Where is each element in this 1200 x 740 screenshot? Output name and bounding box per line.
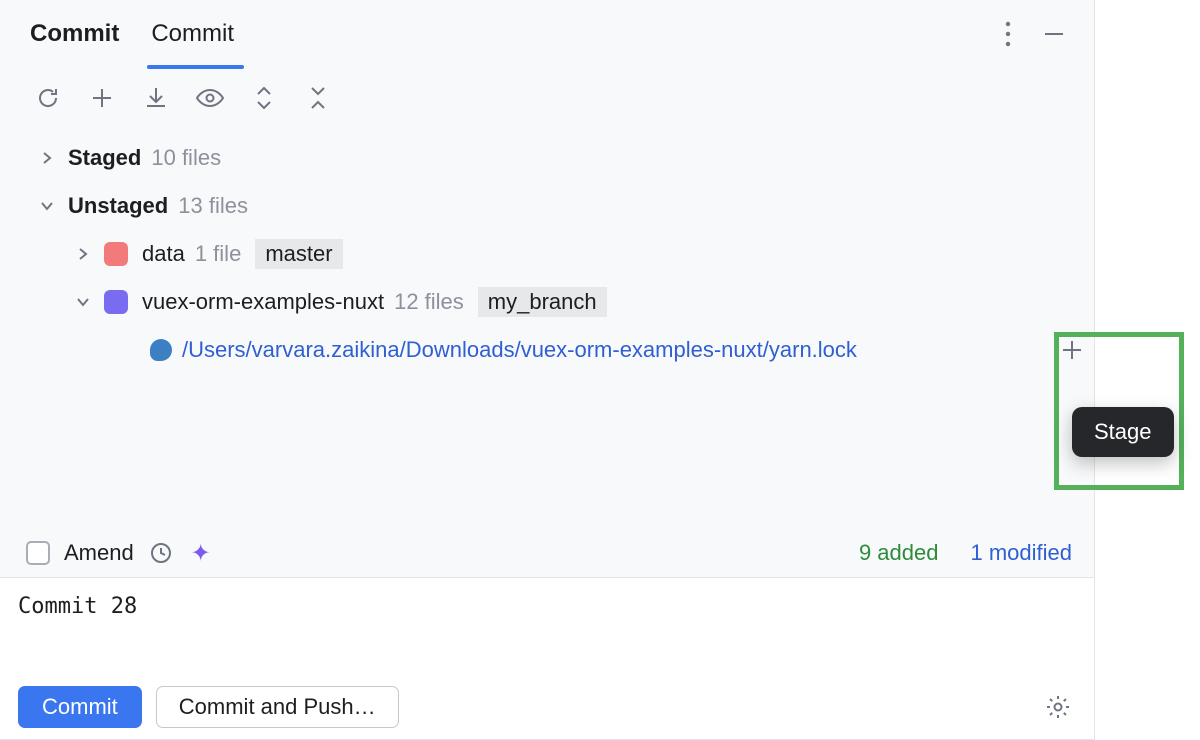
chevron-down-icon xyxy=(36,195,58,217)
tab-commit-bold[interactable]: Commit xyxy=(26,0,147,68)
file-row-yarn-lock[interactable]: /Users/varvara.zaikina/Downloads/vuex-or… xyxy=(0,326,1094,374)
tab-label: Commit xyxy=(151,20,234,48)
download-icon[interactable] xyxy=(140,82,172,114)
branch-badge: my_branch xyxy=(478,287,607,317)
file-path: /Users/varvara.zaikina/Downloads/vuex-or… xyxy=(182,337,857,363)
footer: Commit Commit and Push… xyxy=(0,675,1094,739)
plus-icon[interactable] xyxy=(86,82,118,114)
yarn-icon xyxy=(150,339,172,361)
history-icon[interactable] xyxy=(148,540,174,566)
eye-icon[interactable] xyxy=(194,82,226,114)
group-label: Unstaged xyxy=(68,193,168,219)
tooltip-text: Stage xyxy=(1094,419,1152,444)
commit-and-push-button[interactable]: Commit and Push… xyxy=(156,686,399,728)
unstaged-group[interactable]: Unstaged 13 files xyxy=(0,182,1094,230)
collapse-updown-icon[interactable] xyxy=(302,82,334,114)
more-icon[interactable] xyxy=(988,14,1028,54)
commit-message-input[interactable]: Commit 28 xyxy=(0,577,1094,675)
chevron-right-icon xyxy=(36,147,58,169)
repo-count: 12 files xyxy=(394,289,464,315)
repo-name: data xyxy=(142,241,185,267)
modified-count: 1 modified xyxy=(970,540,1072,566)
expand-updown-icon[interactable] xyxy=(248,82,280,114)
stage-file-button[interactable] xyxy=(1056,334,1088,366)
commit-panel: Commit Commit xyxy=(0,0,1095,740)
chevron-down-icon xyxy=(72,291,94,313)
settings-icon[interactable] xyxy=(1044,693,1072,721)
commit-message-text: Commit 28 xyxy=(18,594,137,619)
repo-data[interactable]: data 1 file master xyxy=(0,230,1094,278)
amend-checkbox[interactable] xyxy=(26,541,50,565)
editor-area xyxy=(1095,0,1200,740)
added-count: 9 added xyxy=(859,540,939,566)
repo-color-icon xyxy=(104,242,128,266)
commit-button[interactable]: Commit xyxy=(18,686,142,728)
tab-label: Commit xyxy=(30,20,119,48)
group-count: 10 files xyxy=(151,145,221,171)
repo-vuex[interactable]: vuex-orm-examples-nuxt 12 files my_branc… xyxy=(0,278,1094,326)
tab-commit[interactable]: Commit xyxy=(147,0,262,68)
changes-tree: Staged 10 files Unstaged 13 files data 1… xyxy=(0,128,1094,529)
toolbar xyxy=(0,68,1094,128)
chevron-right-icon xyxy=(72,243,94,265)
branch-badge: master xyxy=(255,239,342,269)
minimize-icon[interactable] xyxy=(1034,14,1074,54)
group-count: 13 files xyxy=(178,193,248,219)
amend-bar: Amend ✦ 9 added 1 modified xyxy=(0,529,1094,577)
refresh-icon[interactable] xyxy=(32,82,64,114)
tabs-header: Commit Commit xyxy=(0,0,1094,68)
repo-color-icon xyxy=(104,290,128,314)
repo-name: vuex-orm-examples-nuxt xyxy=(142,289,384,315)
repo-count: 1 file xyxy=(195,241,241,267)
stage-tooltip: Stage xyxy=(1072,407,1174,457)
amend-label: Amend xyxy=(64,540,134,566)
staged-group[interactable]: Staged 10 files xyxy=(0,134,1094,182)
ai-sparkle-icon[interactable]: ✦ xyxy=(188,540,214,566)
group-label: Staged xyxy=(68,145,141,171)
